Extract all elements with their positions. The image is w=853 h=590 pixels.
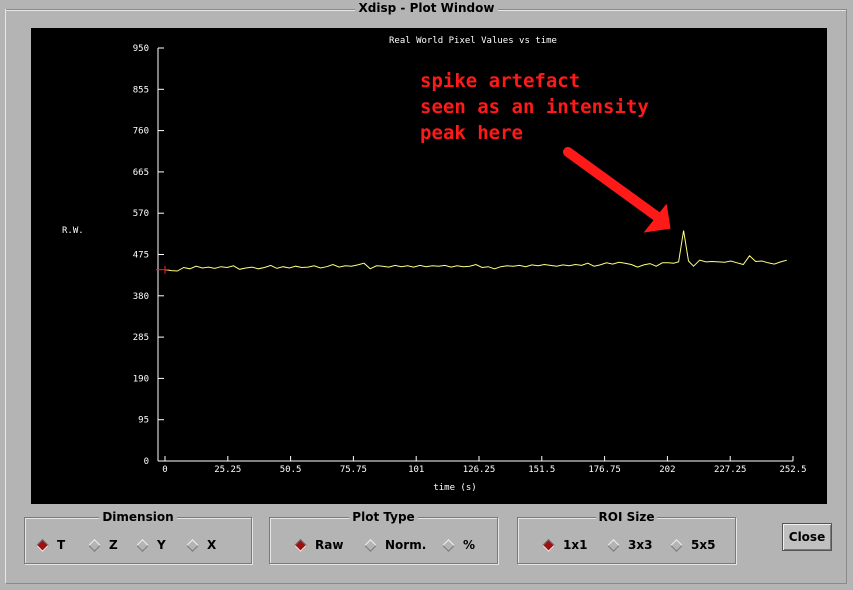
y-axis-label: R.W. <box>62 226 84 236</box>
dimension-option-z[interactable]: Z <box>87 537 118 553</box>
radio-diamond-icon[interactable] <box>442 538 455 552</box>
plot-type-option-raw-label: Raw <box>315 538 344 552</box>
radio-diamond-icon[interactable] <box>88 538 101 552</box>
chart-title: Real World Pixel Values vs time <box>389 36 557 46</box>
y-tick-label: 950 <box>133 44 149 54</box>
roi-size-option-3x3-label: 3x3 <box>628 538 653 552</box>
x-tick-label: 202 <box>659 465 675 475</box>
annotation-arrow-shaft <box>563 147 668 226</box>
dimension-group-label: Dimension <box>25 510 251 524</box>
annotation-text-line: spike artefact <box>420 70 580 92</box>
x-axis-label: time (s) <box>433 483 476 493</box>
close-button[interactable]: Close <box>782 523 832 551</box>
y-tick-label: 855 <box>133 85 149 95</box>
dimension-group: Dimension T Z Y X <box>24 510 252 564</box>
y-tick-label: 95 <box>138 416 149 426</box>
y-tick-label: 570 <box>133 209 149 219</box>
y-tick-label: 285 <box>133 333 149 343</box>
dimension-option-y[interactable]: Y <box>135 537 166 553</box>
radio-diamond-icon[interactable] <box>670 538 683 552</box>
radio-diamond-icon[interactable] <box>186 538 199 552</box>
annotation-layer: spike artefact seen as an intensity peak h… <box>420 70 671 233</box>
chart-svg: Real World Pixel Values vs time R.W. tim… <box>62 36 807 493</box>
plot-window: Xdisp - Plot Window Real World Pixel Val… <box>0 0 853 590</box>
dimension-option-t-label: T <box>57 538 66 552</box>
plot-type-group-label: Plot Type <box>270 510 497 524</box>
x-tick-label: 50.5 <box>280 465 302 475</box>
roi-size-option-3x3[interactable]: 3x3 <box>606 537 652 553</box>
x-tick-label: 25.25 <box>214 465 241 475</box>
y-tick-label: 0 <box>144 457 149 467</box>
x-tick-label: 176.75 <box>588 465 621 475</box>
radio-diamond-icon[interactable] <box>36 538 49 552</box>
y-tick-label: 190 <box>133 374 149 384</box>
series-layer <box>156 230 787 274</box>
x-tick-label: 75.75 <box>340 465 367 475</box>
x-tick-label: 151.5 <box>528 465 555 475</box>
roi-size-group: ROI Size 1x1 3x3 5x5 <box>517 510 736 564</box>
annotation-text-line: seen as an intensity <box>420 96 649 118</box>
plot-type-option-raw[interactable]: Raw <box>293 537 343 553</box>
plot-type-option-norm-label: Norm. <box>385 538 427 552</box>
dimension-option-x[interactable]: X <box>185 537 216 553</box>
roi-size-option-5x5-label: 5x5 <box>691 538 716 552</box>
dimension-option-z-label: Z <box>109 538 118 552</box>
y-tick-label: 760 <box>133 127 149 137</box>
y-tick-label: 665 <box>133 168 149 178</box>
annotation-text-line: peak here <box>420 122 523 144</box>
y-tick-label: 475 <box>133 251 149 261</box>
radio-diamond-icon[interactable] <box>364 538 377 552</box>
roi-size-group-label: ROI Size <box>518 510 735 524</box>
y-tick-label: 380 <box>133 292 149 302</box>
roi-size-option-1x1-label: 1x1 <box>563 538 588 552</box>
radio-diamond-icon[interactable] <box>294 538 307 552</box>
plot-area: Real World Pixel Values vs time R.W. tim… <box>31 28 827 504</box>
x-tick-label: 227.25 <box>714 465 747 475</box>
radio-diamond-icon[interactable] <box>542 538 555 552</box>
dimension-option-y-label: Y <box>157 538 166 552</box>
plot-type-option-percent-label: % <box>463 538 476 552</box>
x-tick-label: 0 <box>162 465 167 475</box>
dimension-option-x-label: X <box>207 538 217 552</box>
radio-diamond-icon[interactable] <box>607 538 620 552</box>
plot-type-option-percent[interactable]: % <box>441 537 475 553</box>
plot-type-group: Plot Type Raw Norm. % <box>269 510 498 564</box>
roi-size-option-1x1[interactable]: 1x1 <box>541 537 587 553</box>
roi-size-option-5x5[interactable]: 5x5 <box>669 537 715 553</box>
plot-type-option-norm[interactable]: Norm. <box>363 537 426 553</box>
x-tick-label: 252.5 <box>779 465 806 475</box>
dimension-option-t[interactable]: T <box>35 537 65 553</box>
x-tick-label: 126.25 <box>463 465 496 475</box>
series-line <box>164 230 787 272</box>
radio-diamond-icon[interactable] <box>136 538 149 552</box>
x-tick-label: 101 <box>408 465 424 475</box>
